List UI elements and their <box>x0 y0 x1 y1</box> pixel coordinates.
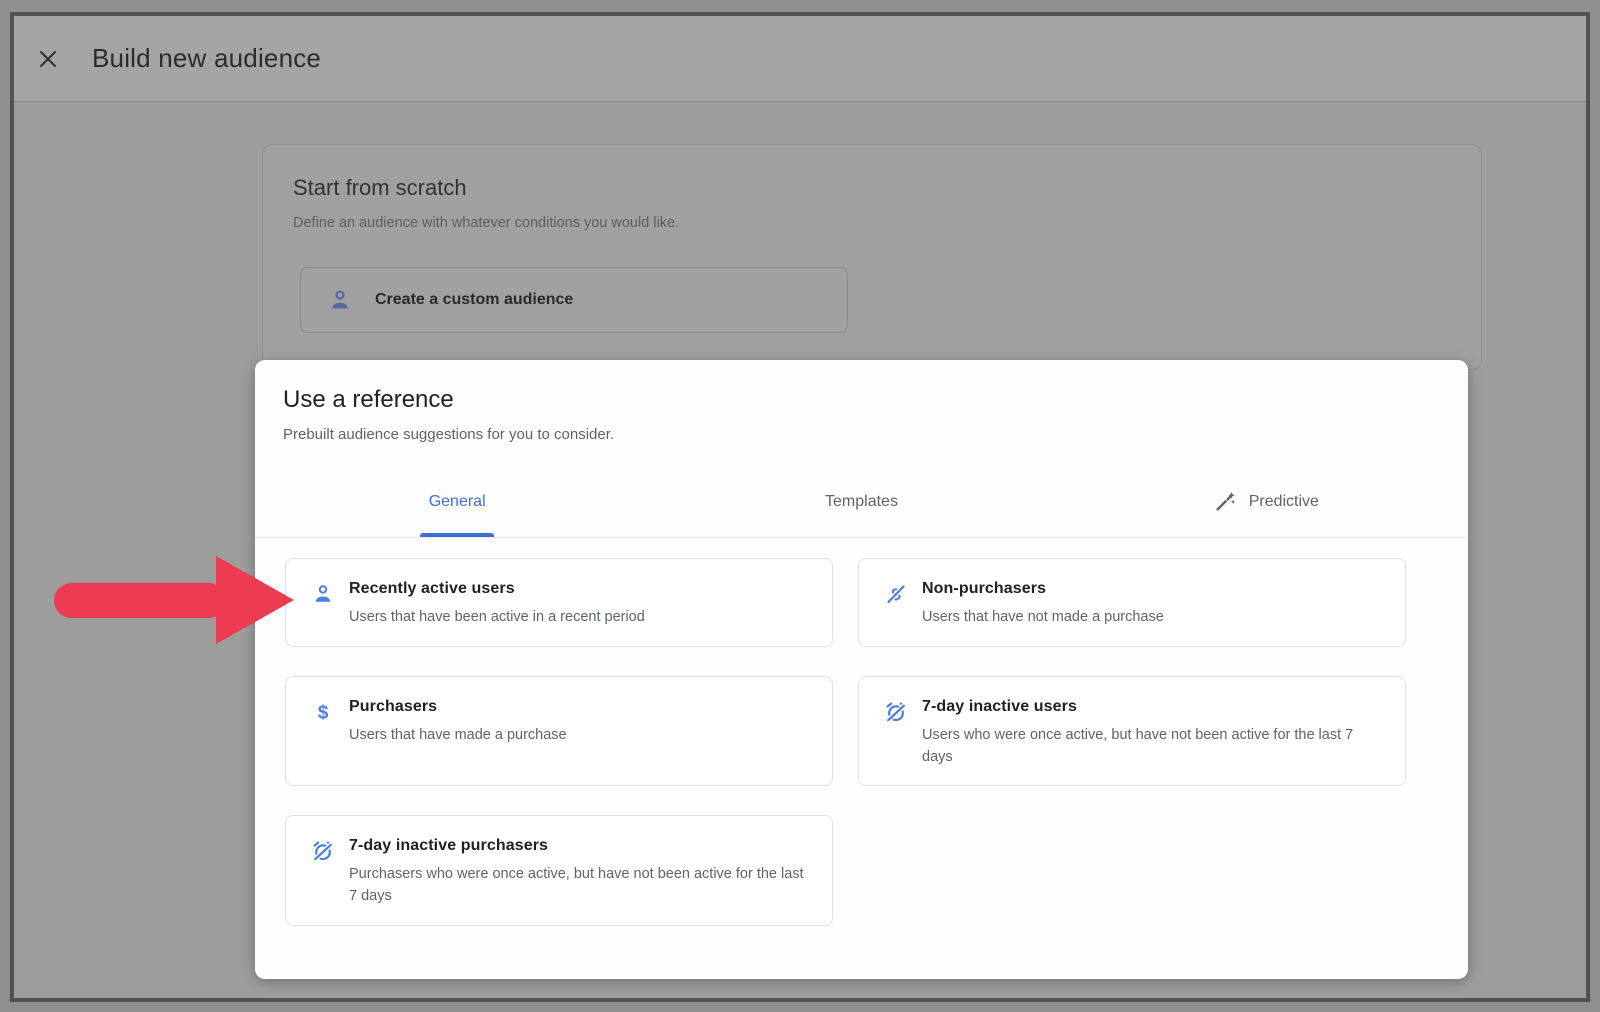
tab-templates-label: Templates <box>825 493 898 511</box>
dialog-title: Build new audience <box>92 43 321 74</box>
person-icon <box>311 582 335 606</box>
card-title: Recently active users <box>349 580 645 598</box>
dialog-header: Build new audience <box>14 16 1586 102</box>
card-description: Purchasers who were once active, but hav… <box>349 864 804 908</box>
create-custom-audience-button[interactable]: Create a custom audience <box>300 267 848 333</box>
card-description: Users that have made a purchase <box>349 725 567 747</box>
use-a-reference-description: Prebuilt audience suggestions for you to… <box>283 426 614 443</box>
reference-tabs: General Templates Predictive <box>255 466 1468 538</box>
use-a-reference-section: Use a reference Prebuilt audience sugges… <box>255 360 1468 979</box>
card-title: Purchasers <box>349 698 567 716</box>
use-a-reference-title: Use a reference <box>283 386 454 414</box>
card-description: Users that have been active in a recent … <box>349 607 645 629</box>
card-title: 7-day inactive users <box>922 698 1377 716</box>
start-from-scratch-description: Define an audience with whatever conditi… <box>293 215 1451 231</box>
audience-suggestion-grid: Recently active users Users that have be… <box>285 558 1406 926</box>
card-7-day-inactive-purchasers[interactable]: 7-day inactive purchasers Purchasers who… <box>285 815 833 926</box>
close-icon[interactable] <box>30 41 66 77</box>
money-off-icon: $ <box>884 582 908 606</box>
tab-templates[interactable]: Templates <box>659 466 1063 537</box>
start-from-scratch-title: Start from scratch <box>293 175 1451 201</box>
card-title: Non-purchasers <box>922 580 1164 598</box>
create-custom-audience-label: Create a custom audience <box>375 291 573 309</box>
person-icon <box>327 287 353 313</box>
card-description: Users that have not made a purchase <box>922 607 1164 629</box>
card-description: Users who were once active, but have not… <box>922 725 1377 769</box>
tab-predictive[interactable]: Predictive <box>1064 466 1468 537</box>
card-non-purchasers[interactable]: $ Non-purchasers Users that have not mad… <box>858 558 1406 647</box>
magic-wand-icon <box>1213 490 1237 514</box>
alarm-off-icon <box>311 839 335 863</box>
alarm-off-icon <box>884 700 908 724</box>
card-title: 7-day inactive purchasers <box>349 837 804 855</box>
start-from-scratch-section: Start from scratch Define an audience wi… <box>262 144 1482 370</box>
card-7-day-inactive-users[interactable]: 7-day inactive users Users who were once… <box>858 676 1406 787</box>
tab-predictive-label: Predictive <box>1249 493 1319 511</box>
card-recently-active-users[interactable]: Recently active users Users that have be… <box>285 558 833 647</box>
svg-text:$: $ <box>318 702 329 723</box>
tab-general[interactable]: General <box>255 466 659 537</box>
dollar-icon: $ <box>311 700 335 724</box>
tab-general-label: General <box>429 493 486 511</box>
card-purchasers[interactable]: $ Purchasers Users that have made a purc… <box>285 676 833 787</box>
